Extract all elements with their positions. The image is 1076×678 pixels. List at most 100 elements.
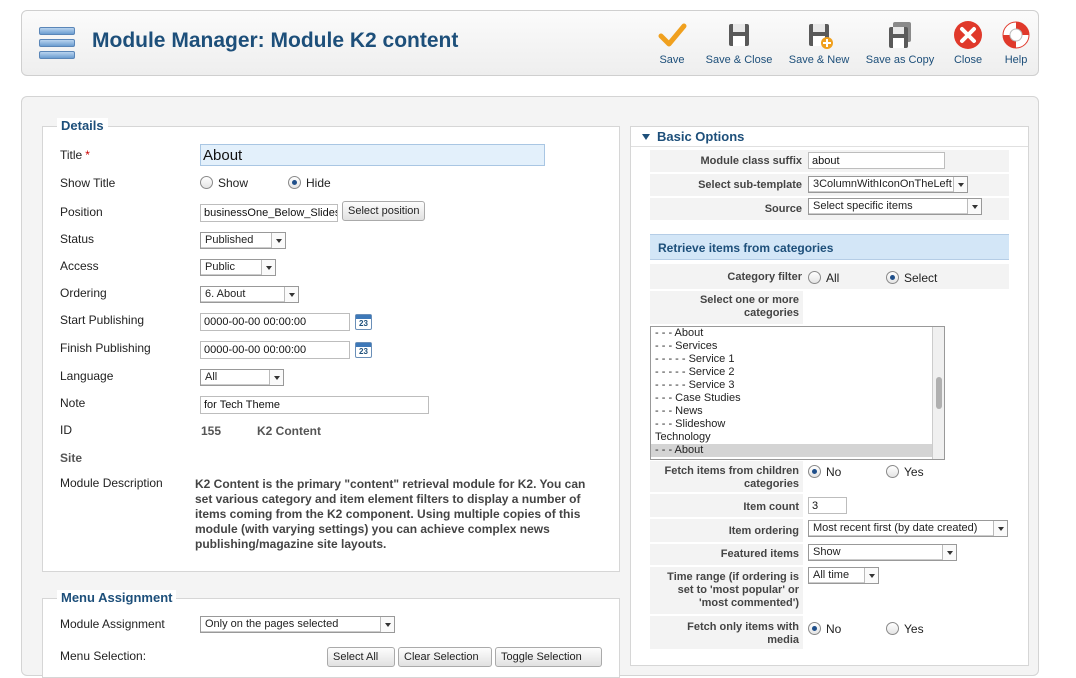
toolbar: Module Manager: Module K2 content Save S… [21, 10, 1039, 76]
show-title-show-radio[interactable] [200, 176, 213, 189]
ordering-value: 6. About [205, 288, 246, 300]
select-all-button[interactable]: Select All [327, 647, 395, 667]
title-input[interactable]: About [200, 144, 545, 166]
time-range-select[interactable]: All time [808, 567, 879, 584]
category-option[interactable]: - - - About [651, 444, 944, 457]
chevron-down-icon [261, 260, 275, 275]
category-filter-all-radio[interactable] [808, 271, 821, 284]
categories-listbox[interactable]: - - - About - - - Services - - - - - Servi… [650, 326, 945, 460]
category-option[interactable]: - - - About [651, 327, 944, 340]
source-label: Source [764, 203, 802, 215]
start-publishing-input[interactable]: 0000-00-00 00:00:00 [200, 313, 350, 331]
sub-template-select[interactable]: 3ColumnWithIconOnTheLeft [808, 176, 968, 193]
note-input[interactable]: for Tech Theme [200, 396, 429, 414]
source-select[interactable]: Select specific items [808, 198, 982, 215]
category-option[interactable]: - - - Slideshow [651, 418, 944, 431]
status-value: Published [205, 234, 254, 246]
fetch-children-no-radio[interactable] [808, 465, 821, 478]
scrollbar-thumb[interactable] [936, 377, 942, 409]
fetch-children-yes-label: Yes [904, 465, 924, 479]
lifebuoy-icon [1002, 21, 1030, 49]
calendar-icon[interactable]: 23 [355, 314, 372, 330]
select-position-button[interactable]: Select position [342, 201, 425, 221]
chevron-down-icon [967, 199, 981, 214]
time-range-row: Time range (if ordering is set to 'most … [650, 567, 803, 615]
chevron-down-icon [271, 233, 285, 248]
listbox-scrollbar[interactable] [932, 327, 944, 459]
sub-template-value: 3ColumnWithIconOnTheLeft [813, 178, 952, 190]
status-select[interactable]: Published [200, 232, 286, 249]
position-input[interactable]: businessOne_Below_Slidesh [200, 204, 338, 222]
module-class-suffix-input[interactable]: about [808, 152, 945, 169]
save-as-copy-button[interactable]: Save as Copy [864, 19, 936, 71]
title-label: Title [60, 148, 83, 162]
language-value: All [205, 371, 218, 383]
featured-items-select[interactable]: Show [808, 544, 957, 561]
categories-list: - - - About - - - Services - - - - - Servi… [651, 327, 944, 457]
category-option[interactable]: - - - - - Service 3 [651, 379, 944, 392]
ordering-label: Ordering [60, 286, 107, 300]
fetch-children-row: Fetch items from children categories [650, 461, 803, 493]
show-title-label: Show Title [60, 176, 116, 190]
show-title-hide-radio[interactable] [288, 176, 301, 189]
required-marker: * [85, 148, 90, 162]
toggle-selection-button[interactable]: Toggle Selection [495, 647, 602, 667]
category-filter-select-radio[interactable] [886, 271, 899, 284]
ordering-select[interactable]: 6. About [200, 286, 299, 303]
category-option[interactable]: - - - Case Studies [651, 392, 944, 405]
module-type: K2 Content [257, 424, 321, 438]
chevron-down-icon [953, 177, 967, 192]
item-count-input[interactable]: 3 [808, 497, 847, 514]
start-publishing-label: Start Publishing [60, 313, 145, 327]
fetch-media-yes-label: Yes [904, 622, 924, 636]
fetch-media-yes-radio[interactable] [886, 622, 899, 635]
save-button[interactable]: Save [652, 19, 692, 71]
chevron-down-icon [993, 521, 1007, 536]
site-label: Site [60, 451, 83, 465]
fetch-children-yes-radio[interactable] [886, 465, 899, 478]
fetch-children-label: Fetch items from children categories [664, 465, 799, 490]
category-option[interactable]: Technology [651, 431, 944, 444]
save-new-label: Save & New [788, 54, 850, 66]
category-option[interactable]: - - - - - Service 2 [651, 366, 944, 379]
close-button[interactable]: Close [948, 19, 988, 71]
category-filter-all-label: All [826, 271, 840, 285]
help-button[interactable]: Help [998, 19, 1034, 71]
chevron-down-icon [380, 617, 394, 632]
id-value: 155 [201, 424, 222, 438]
show-title-show-label: Show [218, 176, 249, 190]
chevron-down-icon [864, 568, 878, 583]
module-assignment-select[interactable]: Only on the pages selected [200, 616, 395, 633]
save-as-copy-label: Save as Copy [865, 54, 935, 66]
category-option[interactable]: - - - Services [651, 340, 944, 353]
item-ordering-label: Item ordering [728, 525, 799, 537]
finish-publishing-label: Finish Publishing [60, 341, 151, 355]
calendar-icon[interactable]: 23 [355, 342, 372, 358]
floppy-copy-icon [889, 22, 911, 48]
save-close-label: Save & Close [705, 54, 773, 66]
fetch-media-no-radio[interactable] [808, 622, 821, 635]
item-count-label: Item count [743, 501, 799, 513]
language-select[interactable]: All [200, 369, 284, 386]
basic-options-toggle[interactable]: Basic Options [631, 127, 1028, 147]
menu-selection-label: Menu Selection: [60, 649, 147, 663]
access-select[interactable]: Public [200, 259, 276, 276]
sub-template-label: Select sub-template [698, 179, 802, 191]
source-value: Select specific items [813, 200, 913, 212]
item-ordering-select[interactable]: Most recent first (by date created) [808, 520, 1008, 537]
finish-publishing-input[interactable]: 0000-00-00 00:00:00 [200, 341, 350, 359]
select-categories-label: Select one or more categories [699, 294, 799, 319]
chevron-down-icon [284, 287, 298, 302]
floppy-icon [729, 24, 749, 46]
category-option[interactable]: - - - - - Service 1 [651, 353, 944, 366]
clear-selection-button[interactable]: Clear Selection [398, 647, 492, 667]
item-count-row: Item count [650, 494, 803, 518]
featured-items-row: Featured items [650, 544, 803, 566]
save-close-button[interactable]: Save & Close [704, 19, 774, 71]
fetch-children-no-label: No [826, 465, 842, 479]
save-label: Save [659, 54, 685, 66]
save-new-button[interactable]: Save & New [786, 19, 852, 71]
checkmark-icon [658, 23, 687, 47]
chevron-down-icon [942, 545, 956, 560]
category-option[interactable]: - - - News [651, 405, 944, 418]
